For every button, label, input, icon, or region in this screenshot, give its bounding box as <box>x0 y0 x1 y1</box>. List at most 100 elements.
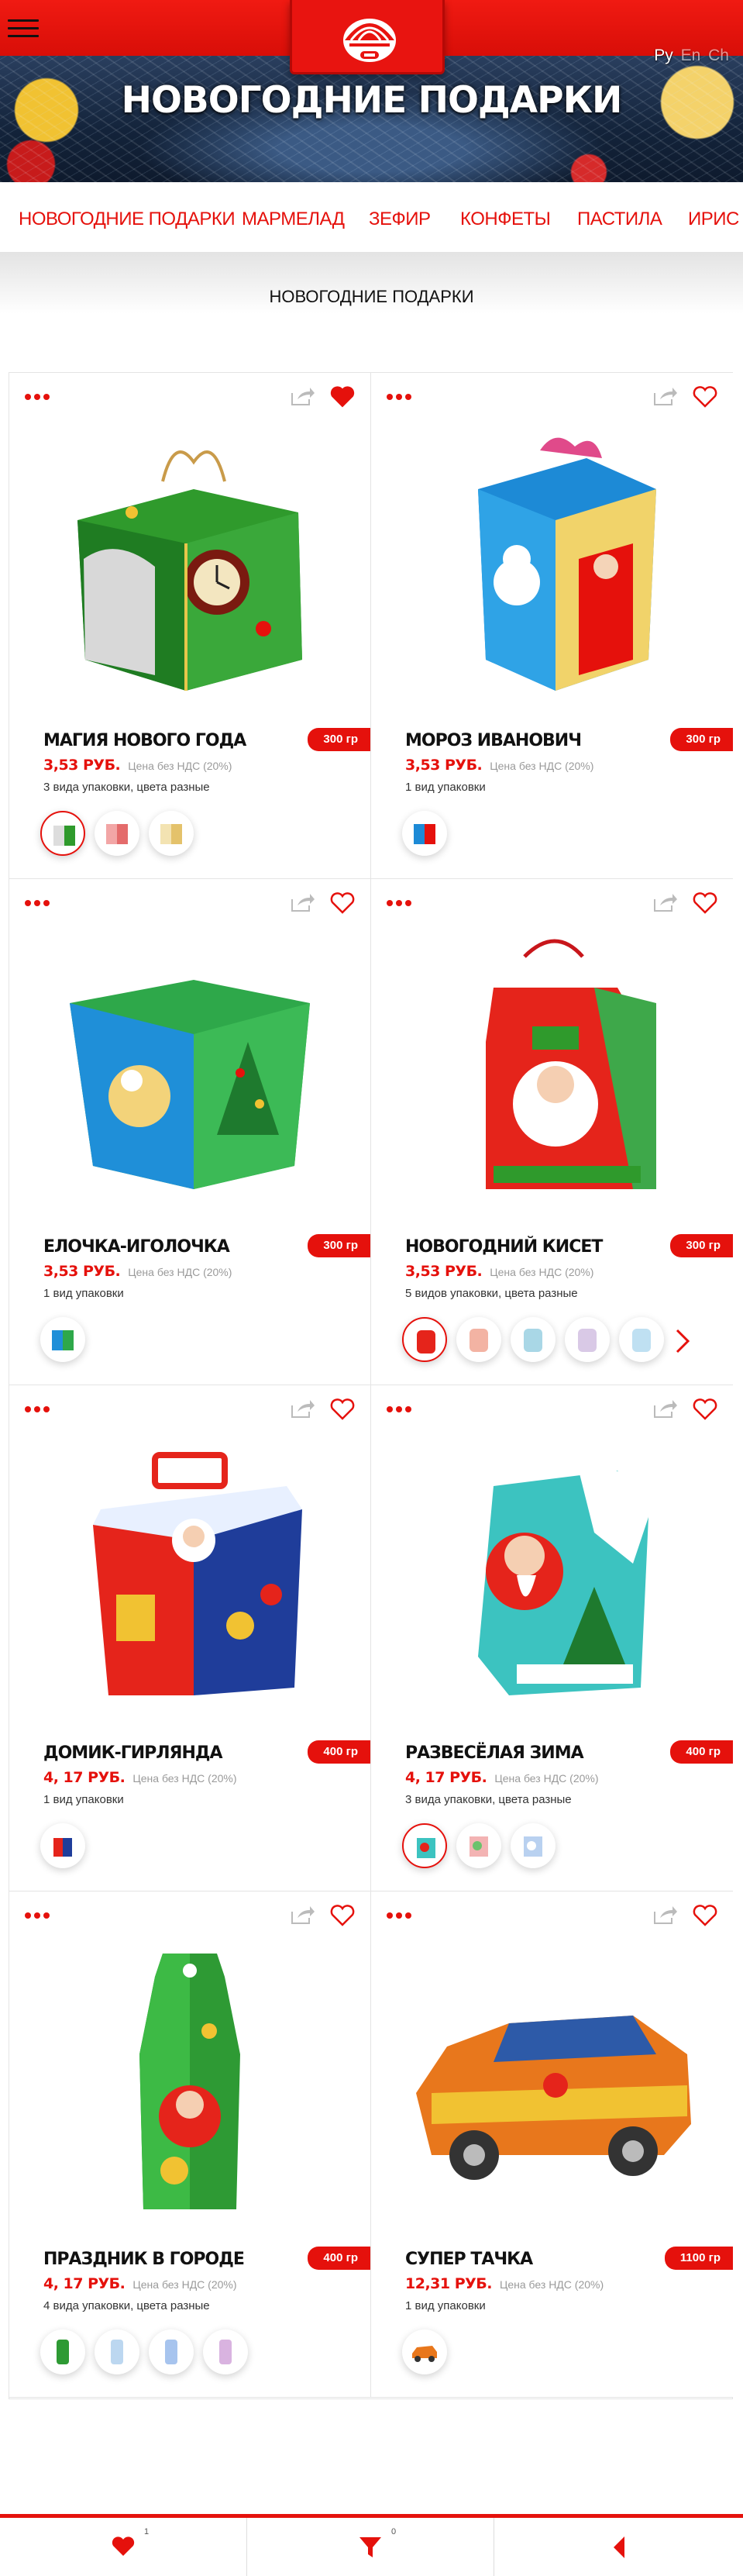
packaging-thumb[interactable] <box>565 1317 610 1362</box>
packaging-thumb[interactable] <box>40 2329 85 2374</box>
category-iris[interactable]: ИРИС <box>688 209 739 230</box>
packaging-thumb[interactable] <box>402 1823 447 1868</box>
packaging-info: 1 вид упаковки <box>43 1793 124 1806</box>
share-icon[interactable] <box>652 1904 679 1926</box>
product-price: 3,53 РУБ. Цена без НДС (20%) <box>405 757 593 774</box>
category-candies[interactable]: КОНФЕТЫ <box>460 209 551 230</box>
packaging-thumb[interactable] <box>402 2329 447 2374</box>
lang-ch[interactable]: Ch <box>708 47 729 64</box>
vat-note: Цена без НДС (20%) <box>490 1266 594 1278</box>
packaging-thumb[interactable] <box>95 811 139 856</box>
product-name[interactable]: ЕЛОЧКА-ИГОЛОЧКА <box>43 1237 230 1257</box>
product-name[interactable]: МОРОЗ ИВАНОВИЧ <box>405 731 582 750</box>
category-marmalade[interactable]: МАРМЕЛАД <box>242 209 345 230</box>
packaging-thumb[interactable] <box>203 2329 248 2374</box>
product-card[interactable]: СУПЕР ТАЧКА 1100 гр 12,31 РУБ. Цена без Н… <box>371 1891 733 2398</box>
product-name[interactable]: ДОМИК-ГИРЛЯНДА <box>43 1743 223 1763</box>
product-card[interactable]: ДОМИК-ГИРЛЯНДА 400 гр 4, 17 РУБ. Цена без… <box>9 1385 371 1891</box>
product-card[interactable]: МОРОЗ ИВАНОВИЧ 300 гр 3,53 РУБ. Цена без … <box>371 373 733 879</box>
product-name[interactable]: МАГИЯ НОВОГО ГОДА <box>43 731 246 750</box>
product-card[interactable]: МАГИЯ НОВОГО ГОДА 300 гр 3,53 РУБ. Цена б… <box>9 373 371 879</box>
favorites-button[interactable]: 1 <box>0 2518 247 2576</box>
share-icon[interactable] <box>290 1904 316 1926</box>
product-image[interactable] <box>39 427 341 695</box>
heart-icon[interactable] <box>330 892 355 914</box>
packaging-thumb[interactable] <box>40 1823 85 1868</box>
category-new-year-gifts[interactable]: НОВОГОДНИЕ ПОДАРКИ <box>19 209 236 230</box>
packaging-thumb[interactable] <box>95 2329 139 2374</box>
product-image[interactable] <box>401 427 703 695</box>
dots-icon[interactable] <box>387 896 418 906</box>
packaging-thumb[interactable] <box>40 1317 85 1362</box>
packaging-thumb[interactable] <box>456 1823 501 1868</box>
heart-icon[interactable] <box>693 1398 717 1420</box>
heart-icon[interactable] <box>693 386 717 408</box>
weight-badge: 300 гр <box>670 728 733 751</box>
vat-note: Цена без НДС (20%) <box>128 1266 232 1278</box>
packaging-thumb[interactable] <box>402 811 447 856</box>
vat-note: Цена без НДС (20%) <box>490 760 594 772</box>
product-price: 4, 17 РУБ. Цена без НДС (20%) <box>405 1769 599 1786</box>
packaging-thumb[interactable] <box>619 1317 664 1362</box>
packaging-thumb[interactable] <box>402 1317 447 1362</box>
packaging-thumb[interactable] <box>40 811 85 856</box>
category-pastila[interactable]: ПАСТИЛА <box>577 209 662 230</box>
product-image[interactable] <box>39 933 341 1201</box>
back-button[interactable] <box>494 2518 741 2576</box>
vat-note: Цена без НДС (20%) <box>132 2278 237 2291</box>
chevron-right-icon[interactable] <box>674 1327 691 1355</box>
product-card[interactable]: РАЗВЕСЁЛАЯ ЗИМА 400 гр 4, 17 РУБ. Цена бе… <box>371 1385 733 1891</box>
product-name[interactable]: НОВОГОДНИЙ КИСЕТ <box>405 1237 603 1257</box>
filter-button[interactable]: 0 <box>247 2518 494 2576</box>
product-image[interactable] <box>39 1946 341 2213</box>
packaging-thumb[interactable] <box>456 1317 501 1362</box>
packaging-thumb[interactable] <box>511 1317 556 1362</box>
product-card[interactable]: ЕЛОЧКА-ИГОЛОЧКА 300 гр 3,53 РУБ. Цена без… <box>9 879 371 1385</box>
price-value: 4, 17 РУБ. <box>405 1769 487 1786</box>
share-icon[interactable] <box>290 385 316 407</box>
share-icon[interactable] <box>652 891 679 913</box>
dots-icon[interactable] <box>387 1402 418 1412</box>
price-value: 3,53 РУБ. <box>43 1263 121 1280</box>
product-grid: МАГИЯ НОВОГО ГОДА 300 гр 3,53 РУБ. Цена б… <box>9 372 733 2399</box>
product-name[interactable]: ПРАЗДНИК В ГОРОДЕ <box>43 2250 245 2269</box>
share-icon[interactable] <box>290 1398 316 1419</box>
menu-icon[interactable] <box>8 19 39 38</box>
price-value: 3,53 РУБ. <box>405 757 483 774</box>
product-image[interactable] <box>401 1440 703 1707</box>
lang-ru[interactable]: Ру <box>654 47 673 64</box>
dots-icon[interactable] <box>387 390 418 400</box>
dots-icon[interactable] <box>25 896 56 906</box>
dots-icon[interactable] <box>387 1909 418 1919</box>
heart-icon[interactable] <box>693 892 717 914</box>
weight-badge: 300 гр <box>308 1234 370 1257</box>
price-value: 4, 17 РУБ. <box>43 1769 126 1786</box>
product-image[interactable] <box>39 1440 341 1707</box>
product-image[interactable] <box>401 933 703 1201</box>
share-icon[interactable] <box>290 891 316 913</box>
packaging-thumb[interactable] <box>149 2329 194 2374</box>
dots-icon[interactable] <box>25 1909 56 1919</box>
heart-icon[interactable] <box>693 1905 717 1926</box>
heart-icon[interactable] <box>330 386 355 408</box>
product-image[interactable] <box>401 1946 703 2213</box>
lang-en[interactable]: En <box>681 47 701 64</box>
dots-icon[interactable] <box>25 1402 56 1412</box>
share-icon[interactable] <box>652 1398 679 1419</box>
weight-badge: 400 гр <box>308 1740 370 1764</box>
price-value: 12,31 РУБ. <box>405 2275 493 2292</box>
product-name[interactable]: СУПЕР ТАЧКА <box>405 2250 533 2269</box>
dots-icon[interactable] <box>25 390 56 400</box>
packaging-info: 1 вид упаковки <box>405 781 486 794</box>
product-price: 4, 17 РУБ. Цена без НДС (20%) <box>43 1769 237 1786</box>
product-card[interactable]: НОВОГОДНИЙ КИСЕТ 300 гр 3,53 РУБ. Цена бе… <box>371 879 733 1385</box>
product-name[interactable]: РАЗВЕСЁЛАЯ ЗИМА <box>405 1743 584 1763</box>
packaging-thumb[interactable] <box>149 811 194 856</box>
heart-icon[interactable] <box>330 1398 355 1420</box>
category-zefir[interactable]: ЗЕФИР <box>369 209 431 230</box>
packaging-thumb[interactable] <box>511 1823 556 1868</box>
product-card[interactable]: ПРАЗДНИК В ГОРОДЕ 400 гр 4, 17 РУБ. Цена … <box>9 1891 371 2398</box>
brand-logo[interactable] <box>290 0 445 74</box>
share-icon[interactable] <box>652 385 679 407</box>
heart-icon[interactable] <box>330 1905 355 1926</box>
